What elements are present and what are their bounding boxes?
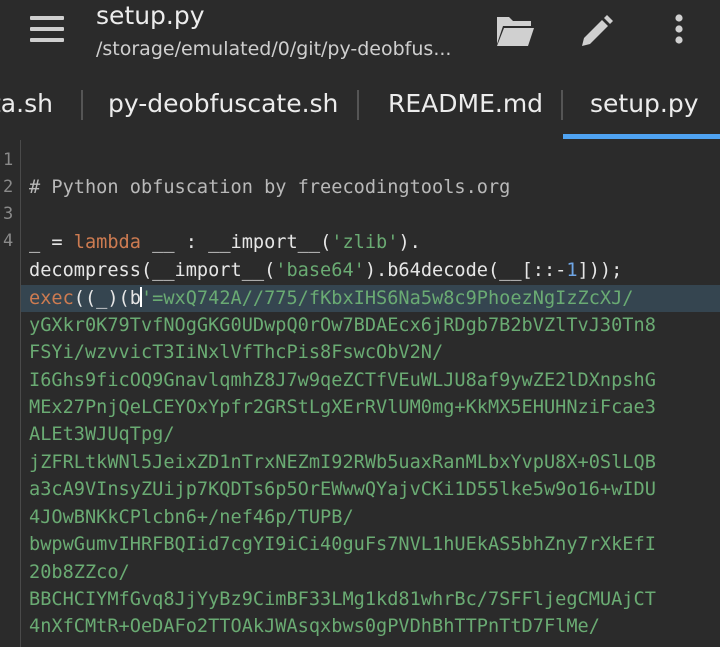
code-token: decompress(__import__( (29, 260, 276, 281)
pencil-icon[interactable] (574, 10, 618, 54)
tab-separator (357, 90, 359, 120)
line-number-gutter: 1 2 3 4 (0, 140, 21, 647)
keyword-token: exec (29, 288, 74, 309)
tab-py-deobfuscate-sh[interactable]: py-deobfuscate.sh (108, 66, 338, 140)
file-path: /storage/emulated/0/git/py-deobfus... (96, 38, 452, 60)
string-token: 'zlib' (331, 232, 399, 253)
line-number: 2 (3, 177, 14, 197)
tab-separator (561, 90, 563, 120)
file-tab-bar: ta.sh py-deobfuscate.sh README.md setup.… (0, 66, 720, 141)
file-title: setup.py (96, 1, 205, 30)
payload-line: 4nXfCMtR+OeDAFo2TTOAkJWAsqxbws0gPVDhBhTT… (29, 616, 600, 637)
payload-line: yGXkr0K79TvfNOgGKG0UDwpQ0rOw7BDAEcx6jRDg… (29, 315, 656, 336)
code-line-exec: exec((_)(b'=wxQ742A//775/fKbxIHS6Na5w8c9… (29, 285, 634, 312)
code-token: ). (398, 232, 421, 253)
string-token: 'base64' (275, 260, 365, 281)
tab-readme-md[interactable]: README.md (388, 66, 543, 140)
payload-line: 4JOwBNKkCPlcbn6+/nef46p/TUPB/ (29, 507, 354, 528)
code-token: __ : __import__( (140, 232, 332, 253)
app-bar: setup.py /storage/emulated/0/git/py-deob… (0, 0, 720, 66)
code-line-lambda: _ = lambda __ : __import__('zlib'). (29, 229, 421, 256)
code-token: _ = (29, 232, 74, 253)
code-line-decompress: decompress(__import__('base64').b64decod… (29, 257, 622, 284)
menu-icon[interactable] (30, 16, 64, 42)
payload-line: 20b8ZZco/ (29, 562, 130, 583)
line-number: 1 (3, 150, 14, 170)
payload-line: I6Ghs9ficOQ9GnavlqmhZ8J7w9qeZCTfVEuWLJU8… (29, 370, 656, 391)
more-vertical-icon[interactable] (657, 10, 701, 54)
keyword-token: lambda (73, 232, 141, 253)
payload-line: a3cA9VInsyZUijp7KQDTs6p5OrEWwwQYajvCKi1D… (29, 479, 656, 500)
payload-line: jZFRLtkWNl5JeixZD1nTrxNEZmI92RWb5uaxRanM… (29, 452, 656, 473)
payload-line: bwpwGumvIHRFBQIid7cgYI9iCi40guFs7NVL1hUE… (29, 534, 656, 555)
payload-line: FSYi/wzvvicT3IiNxlVfThcPis8FswcObV2N/ (29, 342, 444, 363)
string-token: '=wxQ742A//775/fKbxIHS6Na5w8c9PhoezNgIzZ… (140, 288, 634, 309)
number-token: 1 (566, 260, 578, 281)
line-number: 3 (3, 204, 14, 224)
payload-line: MEx27PnjQeLCEYOxYpfr2GRStLgXErRVlUM0mg+K… (29, 397, 656, 418)
payload-line: BBCHCIYMfGvq8JjYyBz9CimBF33LMg1kd81whrBc… (29, 589, 656, 610)
active-tab-indicator (563, 134, 720, 139)
code-token: ])); (577, 260, 623, 281)
tab-setup-py[interactable]: setup.py (590, 66, 699, 140)
line-number: 4 (3, 231, 14, 251)
code-token: ((_)(b (73, 288, 141, 309)
code-token: ).b64decode(__[::- (364, 260, 567, 281)
folder-open-icon[interactable] (493, 10, 537, 54)
payload-line: ALEt3WJUqTpg/ (29, 424, 175, 445)
code-line-comment: # Python obfuscation by freecodingtools.… (29, 177, 511, 198)
code-editor[interactable]: 1 2 3 4 # Python obfuscation by freecodi… (0, 140, 720, 647)
tab-ta-sh[interactable]: ta.sh (0, 66, 53, 140)
tab-separator (81, 90, 83, 120)
